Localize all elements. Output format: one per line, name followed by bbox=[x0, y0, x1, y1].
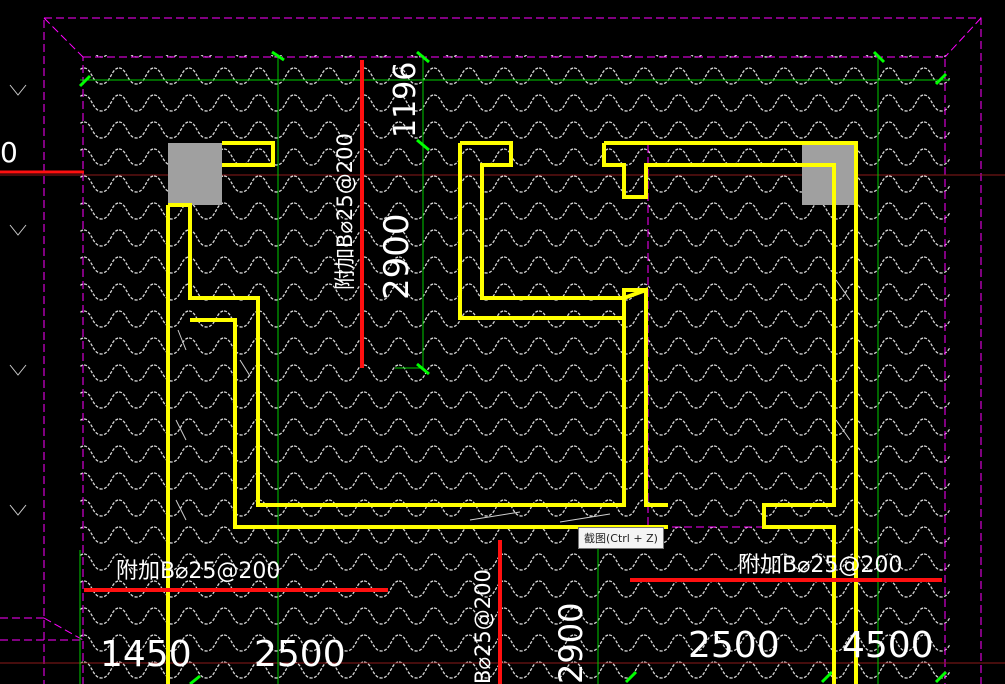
label-rebar-label-right: 附加B⌀25@200 bbox=[738, 553, 902, 578]
label-dim-top-lower: 2900 bbox=[377, 213, 417, 300]
label-dim-4500: 4500 bbox=[842, 625, 934, 666]
cad-drawing-canvas[interactable]: 附加B⌀25@200 1196 2900 附加B⌀25@200 附加B⌀25@200 B⌀… bbox=[0, 0, 1005, 684]
label-dim-top-upper: 1196 bbox=[388, 62, 423, 138]
label-dim-2500-left: 2500 bbox=[254, 634, 346, 675]
label-edge-left: 0 bbox=[0, 136, 18, 169]
label-dim-bottom-mid: 2900 bbox=[552, 603, 590, 684]
label-rebar-label-top: 附加B⌀25@200 bbox=[333, 133, 357, 290]
tooltip: 截图(Ctrl + Z) bbox=[578, 527, 664, 549]
label-dim-1450: 1450 bbox=[100, 634, 192, 675]
label-rebar-label-left: 附加B⌀25@200 bbox=[116, 559, 280, 584]
label-rebar-label-bottom: B⌀25@200 bbox=[471, 569, 495, 684]
label-dim-2500-right: 2500 bbox=[688, 625, 780, 666]
